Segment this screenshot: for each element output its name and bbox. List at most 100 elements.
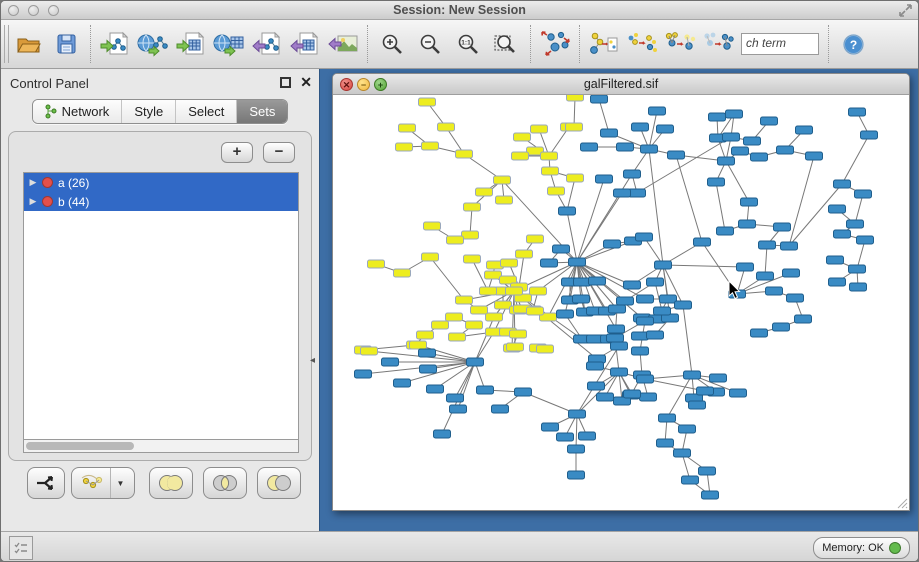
graph-node[interactable] <box>737 263 754 271</box>
graph-node[interactable] <box>382 358 399 366</box>
graph-node[interactable] <box>629 189 646 197</box>
graph-node[interactable] <box>744 137 761 145</box>
graph-node[interactable] <box>774 223 791 231</box>
graph-node[interactable] <box>355 370 372 378</box>
graph-node[interactable] <box>682 476 699 484</box>
graph-node[interactable] <box>467 358 484 366</box>
graph-node[interactable] <box>512 152 529 160</box>
graph-node[interactable] <box>640 393 657 401</box>
graph-node[interactable] <box>679 425 696 433</box>
graph-node[interactable] <box>541 259 558 267</box>
graph-node[interactable] <box>531 125 548 133</box>
graph-node[interactable] <box>394 379 411 387</box>
graph-node[interactable] <box>654 307 671 315</box>
graph-node[interactable] <box>569 410 586 418</box>
graph-node[interactable] <box>674 449 691 457</box>
graph-node[interactable] <box>464 255 481 263</box>
graph-node[interactable] <box>581 143 598 151</box>
graph-node[interactable] <box>849 265 866 273</box>
graph-node[interactable] <box>709 113 726 121</box>
graph-node[interactable] <box>827 256 844 264</box>
graph-node[interactable] <box>710 374 727 382</box>
graph-node[interactable] <box>486 313 503 321</box>
toolbar-drag-handle[interactable] <box>4 25 9 63</box>
graph-node[interactable] <box>607 334 624 342</box>
import-table-file-icon[interactable] <box>174 26 208 62</box>
graph-node[interactable] <box>530 287 547 295</box>
graph-node[interactable] <box>660 295 677 303</box>
graph-node[interactable] <box>726 110 743 118</box>
scrollbar-thumb[interactable] <box>26 442 134 450</box>
graph-node[interactable] <box>647 331 664 339</box>
graph-node[interactable] <box>573 295 590 303</box>
save-session-icon[interactable] <box>49 26 83 62</box>
graph-node[interactable] <box>609 305 626 313</box>
zoom-1-1-icon[interactable]: 1:1 <box>451 26 485 62</box>
graph-node[interactable] <box>796 126 813 134</box>
graph-node[interactable] <box>427 385 444 393</box>
create-set-from-selection-button[interactable]: ▼ <box>71 467 135 499</box>
set-row[interactable]: ▶a (26) <box>24 173 298 192</box>
export-image-icon[interactable] <box>326 26 360 62</box>
graph-node[interactable] <box>471 306 488 314</box>
splitter-collapse-arrow[interactable]: ◂ <box>310 355 315 366</box>
graph-node[interactable] <box>557 310 574 318</box>
graph-node[interactable] <box>717 227 734 235</box>
network-window-titlebar[interactable]: ✕ − + galFiltered.sif <box>333 74 909 95</box>
graph-node[interactable] <box>464 203 481 211</box>
graph-node[interactable] <box>507 343 524 351</box>
graph-node[interactable] <box>527 235 544 243</box>
graph-node[interactable] <box>699 467 716 475</box>
expander-icon[interactable]: ▶ <box>24 196 42 207</box>
graph-node[interactable] <box>632 347 649 355</box>
graph-node[interactable] <box>806 152 823 160</box>
graph-node[interactable] <box>761 117 778 125</box>
graph-node[interactable] <box>694 238 711 246</box>
graph-node[interactable] <box>557 433 574 441</box>
tab-style[interactable]: Style <box>122 100 176 123</box>
graph-node[interactable] <box>447 236 464 244</box>
graph-node[interactable] <box>850 283 867 291</box>
graph-node[interactable] <box>394 269 411 277</box>
difference-sets-button[interactable] <box>257 467 301 499</box>
graph-node[interactable] <box>568 471 585 479</box>
first-neighbors-new-network-icon[interactable] <box>587 26 621 62</box>
graph-node[interactable] <box>541 152 558 160</box>
graph-node[interactable] <box>608 325 625 333</box>
export-table-icon[interactable] <box>288 26 322 62</box>
graph-node[interactable] <box>847 220 864 228</box>
graph-node[interactable] <box>723 133 740 141</box>
graph-node[interactable] <box>542 167 559 175</box>
set-row[interactable]: ▶b (44) <box>24 192 298 211</box>
graph-node[interactable] <box>419 98 436 106</box>
graph-node[interactable] <box>604 240 621 248</box>
graph-node[interactable] <box>494 176 511 184</box>
graph-node[interactable] <box>611 342 628 350</box>
graph-node[interactable] <box>434 430 451 438</box>
zoom-out-icon[interactable] <box>413 26 447 62</box>
union-sets-button[interactable] <box>149 467 193 499</box>
graph-node[interactable] <box>597 393 614 401</box>
graph-node[interactable] <box>675 301 692 309</box>
graph-node[interactable] <box>781 242 798 250</box>
tab-select[interactable]: Select <box>176 100 237 123</box>
graph-node[interactable] <box>446 313 463 321</box>
graph-node[interactable] <box>566 123 583 131</box>
horizontal-scrollbar[interactable] <box>23 440 299 453</box>
graph-node[interactable] <box>368 260 385 268</box>
graph-node[interactable] <box>480 287 497 295</box>
graph-node[interactable] <box>787 294 804 302</box>
graph-node[interactable] <box>589 277 606 285</box>
expander-icon[interactable]: ▶ <box>24 177 42 188</box>
graph-node[interactable] <box>617 297 634 305</box>
graph-node[interactable] <box>861 131 878 139</box>
open-file-icon[interactable] <box>11 26 45 62</box>
graph-node[interactable] <box>657 125 674 133</box>
graph-node[interactable] <box>591 95 608 103</box>
graph-node[interactable] <box>596 175 613 183</box>
graph-node[interactable] <box>447 394 464 402</box>
graph-node[interactable] <box>773 323 790 331</box>
graph-node[interactable] <box>834 230 851 238</box>
graph-node[interactable] <box>637 295 654 303</box>
graph-node[interactable] <box>424 222 441 230</box>
